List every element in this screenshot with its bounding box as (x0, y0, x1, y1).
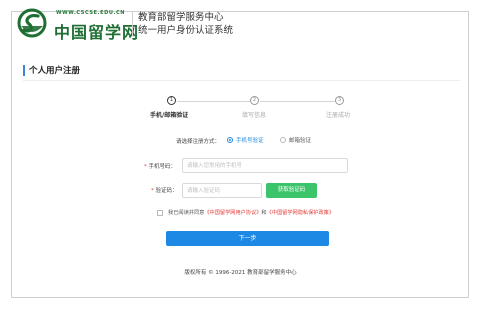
radio-email-label[interactable]: 邮箱验证 (289, 136, 311, 144)
section-title: 个人用户注册 (29, 66, 81, 76)
agree-prefix: 我已阅读并同意 (168, 210, 205, 216)
site-url: WWW.CSCSE.EDU.CN (56, 10, 126, 16)
section-divider (23, 80, 460, 81)
step-2-label: 填写信息 (242, 112, 267, 119)
step-1-label: 手机/邮箱验证 (150, 112, 189, 119)
brand-name: 中国留学网 (54, 23, 140, 42)
org-title: 教育部留学服务中心 (138, 12, 224, 23)
radio-email[interactable] (280, 137, 286, 143)
step-connector (260, 101, 335, 102)
privacy-policy-link[interactable]: 《中国留学网隐私保护政策》 (267, 210, 334, 216)
page-frame (11, 11, 469, 298)
system-title: 统一用户身份认证系统 (138, 25, 234, 36)
footer-copyright: 版权所有 © 1996-2021 教育部留学服务中心 (184, 270, 297, 276)
agree-checkbox[interactable] (157, 210, 163, 216)
code-label: * 验证码： (151, 188, 178, 194)
phone-label: * 手机号码： (144, 164, 177, 170)
cscse-logo-icon (17, 8, 47, 38)
step-connector (177, 101, 250, 102)
radio-phone[interactable] (227, 137, 233, 143)
code-input[interactable] (182, 183, 262, 198)
phone-input[interactable] (182, 158, 348, 173)
user-agreement-link[interactable]: 《中国留学网用户协议》 (204, 210, 261, 216)
phone-label-text: 手机号码： (148, 164, 177, 170)
get-code-button[interactable]: 获取验证码 (266, 183, 317, 198)
section-accent-bar (23, 65, 25, 76)
step-3-label: 注册成功 (326, 112, 351, 119)
code-label-text: 验证码： (155, 188, 178, 194)
method-label: 请选择注册方式： (176, 139, 221, 145)
header-divider (132, 12, 133, 36)
step-3-circle: 3 (335, 96, 344, 105)
step-2-circle: 2 (250, 96, 259, 105)
agree-text: 我已阅读并同意《中国留学网用户协议》和《中国留学网隐私保护政策》 (168, 209, 334, 216)
next-button[interactable]: 下一步 (166, 231, 329, 246)
step-1-circle: 1 (167, 96, 176, 105)
radio-phone-label[interactable]: 手机号验证 (236, 136, 264, 144)
